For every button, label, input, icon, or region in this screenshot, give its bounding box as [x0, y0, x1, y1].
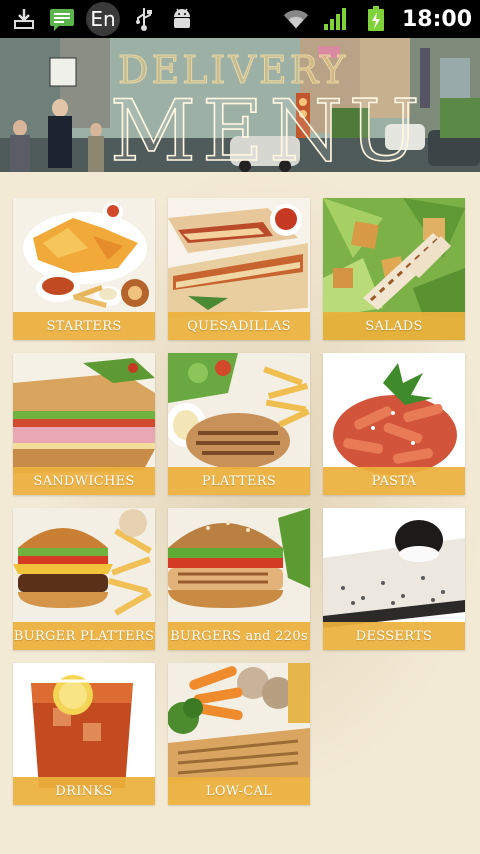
category-label: DESSERTS [323, 622, 465, 650]
category-label: DRINKS [13, 777, 155, 805]
category-label: BURGERS and 220s [168, 622, 310, 650]
category-tile-starters[interactable]: STARTERS [13, 198, 155, 340]
category-tile-low-cal[interactable]: LOW-CAL [168, 663, 310, 805]
category-tile-sandwiches[interactable]: SANDWICHES [13, 353, 155, 495]
category-tile-burger-platters[interactable]: BURGER PLATTERS [13, 508, 155, 650]
category-label: SANDWICHES [13, 467, 155, 495]
category-tile-quesadillas[interactable]: QUESADILLAS [168, 198, 310, 340]
battery-charging-icon [362, 5, 390, 33]
category-label: SALADS [323, 312, 465, 340]
category-tile-burgers[interactable]: BURGERS and 220s [168, 508, 310, 650]
status-clock: 18:00 [401, 6, 472, 32]
wifi-icon [282, 5, 310, 33]
category-label: LOW-CAL [168, 777, 310, 805]
category-label: PLATTERS [168, 467, 310, 495]
header-banner: DELIVERY MENU [0, 38, 480, 172]
category-tile-salads[interactable]: SALADS [323, 198, 465, 340]
usb-icon [130, 5, 158, 33]
banner-title-menu: MENU [109, 81, 426, 172]
signal-icon [322, 5, 350, 33]
category-label: PASTA [323, 467, 465, 495]
status-bar: En 18:00 [0, 0, 480, 38]
menu-grid: STARTERS QUESADILLAS SALADS SANDWICHES P… [0, 172, 480, 854]
input-language-badge: En [86, 2, 120, 36]
sms-icon [48, 5, 76, 33]
category-tile-platters[interactable]: PLATTERS [168, 353, 310, 495]
category-tile-pasta[interactable]: PASTA [323, 353, 465, 495]
category-label: BURGER PLATTERS [13, 622, 155, 650]
category-label: STARTERS [13, 312, 155, 340]
category-tile-desserts[interactable]: DESSERTS [323, 508, 465, 650]
android-debug-icon [168, 5, 196, 33]
download-icon [10, 5, 38, 33]
category-tile-drinks[interactable]: DRINKS [13, 663, 155, 805]
category-label: QUESADILLAS [168, 312, 310, 340]
